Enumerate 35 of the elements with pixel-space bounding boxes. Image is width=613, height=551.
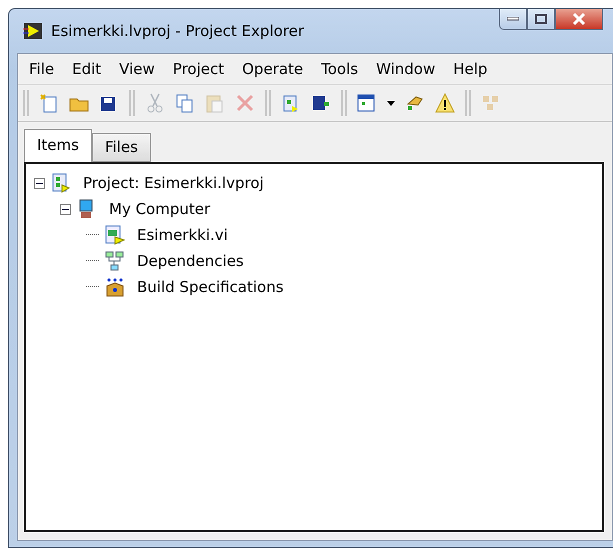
- project-icon: [51, 173, 71, 193]
- toolbar-grip-icon: [464, 90, 472, 116]
- maximize-button[interactable]: [527, 9, 555, 30]
- tab[interactable]: Items: [24, 129, 92, 162]
- menu-item[interactable]: File: [20, 56, 64, 82]
- app-icon: [23, 22, 43, 40]
- warning-icon[interactable]: [434, 92, 456, 114]
- box-icon: [105, 277, 125, 297]
- menu-item[interactable]: View: [110, 56, 164, 82]
- menu-item[interactable]: Operate: [233, 56, 312, 82]
- toolbar-grip-icon: [22, 90, 30, 116]
- tree-item[interactable]: My Computer: [109, 200, 210, 218]
- window-title: Esimerkki.lvproj - Project Explorer: [51, 22, 304, 40]
- toolbar-grip-icon: [264, 90, 272, 116]
- collapse-toggle[interactable]: [60, 204, 71, 214]
- collapse-toggle[interactable]: [34, 178, 45, 188]
- close-button[interactable]: [555, 9, 603, 30]
- toolbar-grip-icon: [128, 90, 136, 116]
- minimize-button[interactable]: [499, 9, 527, 30]
- minimize-icon: [507, 17, 519, 21]
- dependencies-icon: [105, 251, 125, 271]
- menu-item[interactable]: Window: [367, 56, 444, 82]
- tree-item[interactable]: Dependencies: [137, 252, 244, 270]
- tree-item[interactable]: Build Specifications: [137, 278, 284, 296]
- menu-item[interactable]: Help: [444, 56, 496, 82]
- vi-file-icon: [105, 225, 125, 245]
- tree-item[interactable]: Esimerkki.vi: [137, 226, 228, 244]
- tree-item[interactable]: Project: Esimerkki.lvproj: [83, 174, 264, 192]
- menu-item[interactable]: Project: [164, 56, 234, 82]
- menu-item[interactable]: Edit: [63, 56, 110, 82]
- close-icon: [572, 13, 586, 25]
- toolbar-grip-icon: [340, 90, 348, 116]
- maximize-icon: [535, 14, 547, 24]
- tab[interactable]: Files: [92, 133, 151, 162]
- menu-item[interactable]: Tools: [312, 56, 368, 82]
